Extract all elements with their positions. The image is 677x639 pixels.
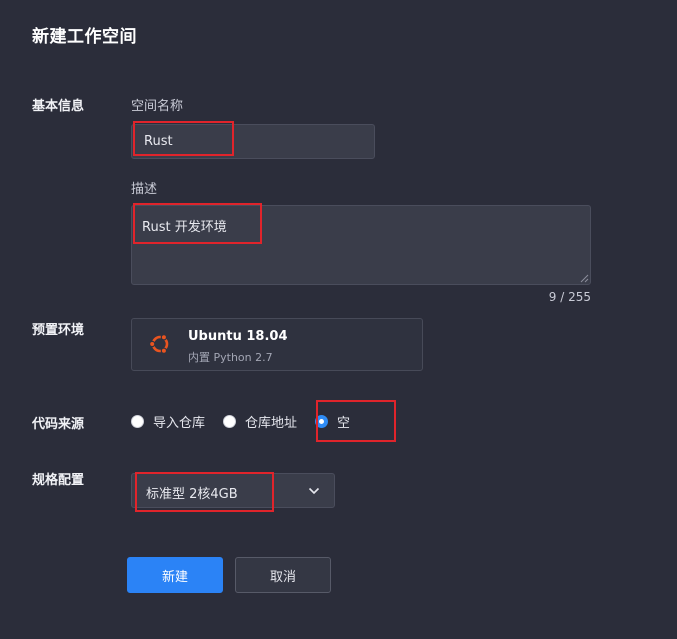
radio-circle-icon bbox=[223, 414, 237, 428]
env-card-ubuntu[interactable]: Ubuntu 18.04 内置 Python 2.7 bbox=[131, 318, 423, 371]
radio-circle-icon bbox=[131, 414, 144, 428]
description-field: Rust 开发环境 bbox=[131, 205, 591, 285]
code-source-radio-group: 导入仓库 仓库地址 空 bbox=[131, 411, 368, 431]
env-subtitle: 内置 Python 2.7 bbox=[188, 351, 273, 364]
resize-handle-icon[interactable] bbox=[579, 273, 589, 283]
spec-selected-value: 标准型 2核4GB bbox=[146, 487, 238, 502]
page-title: 新建工作空间 bbox=[32, 27, 137, 47]
radio-import-repo[interactable]: 导入仓库 bbox=[131, 412, 205, 431]
spec-select[interactable]: 标准型 2核4GB bbox=[131, 473, 335, 508]
env-name: Ubuntu 18.04 bbox=[188, 329, 288, 344]
create-button[interactable]: 新建 bbox=[127, 557, 223, 593]
code-source-section-label: 代码来源 bbox=[32, 417, 85, 432]
space-name-label: 空间名称 bbox=[131, 99, 184, 114]
cancel-button[interactable]: 取消 bbox=[235, 557, 331, 593]
radio-empty[interactable]: 空 bbox=[315, 412, 350, 431]
char-count: 9 / 255 bbox=[548, 290, 591, 304]
radio-repo-url[interactable]: 仓库地址 bbox=[223, 412, 297, 431]
description-label: 描述 bbox=[131, 182, 158, 197]
radio-label: 空 bbox=[337, 415, 351, 431]
basic-info-section-label: 基本信息 bbox=[32, 99, 85, 114]
description-textarea[interactable]: Rust 开发环境 bbox=[131, 205, 591, 285]
radio-label: 仓库地址 bbox=[245, 415, 298, 431]
spec-section-label: 规格配置 bbox=[32, 473, 85, 488]
radio-checked-icon bbox=[315, 414, 329, 428]
chevron-down-icon bbox=[308, 487, 320, 495]
space-name-input[interactable] bbox=[131, 124, 375, 159]
ubuntu-logo-icon bbox=[148, 333, 169, 354]
radio-label: 导入仓库 bbox=[153, 415, 206, 431]
preset-env-section-label: 预置环境 bbox=[32, 323, 85, 338]
